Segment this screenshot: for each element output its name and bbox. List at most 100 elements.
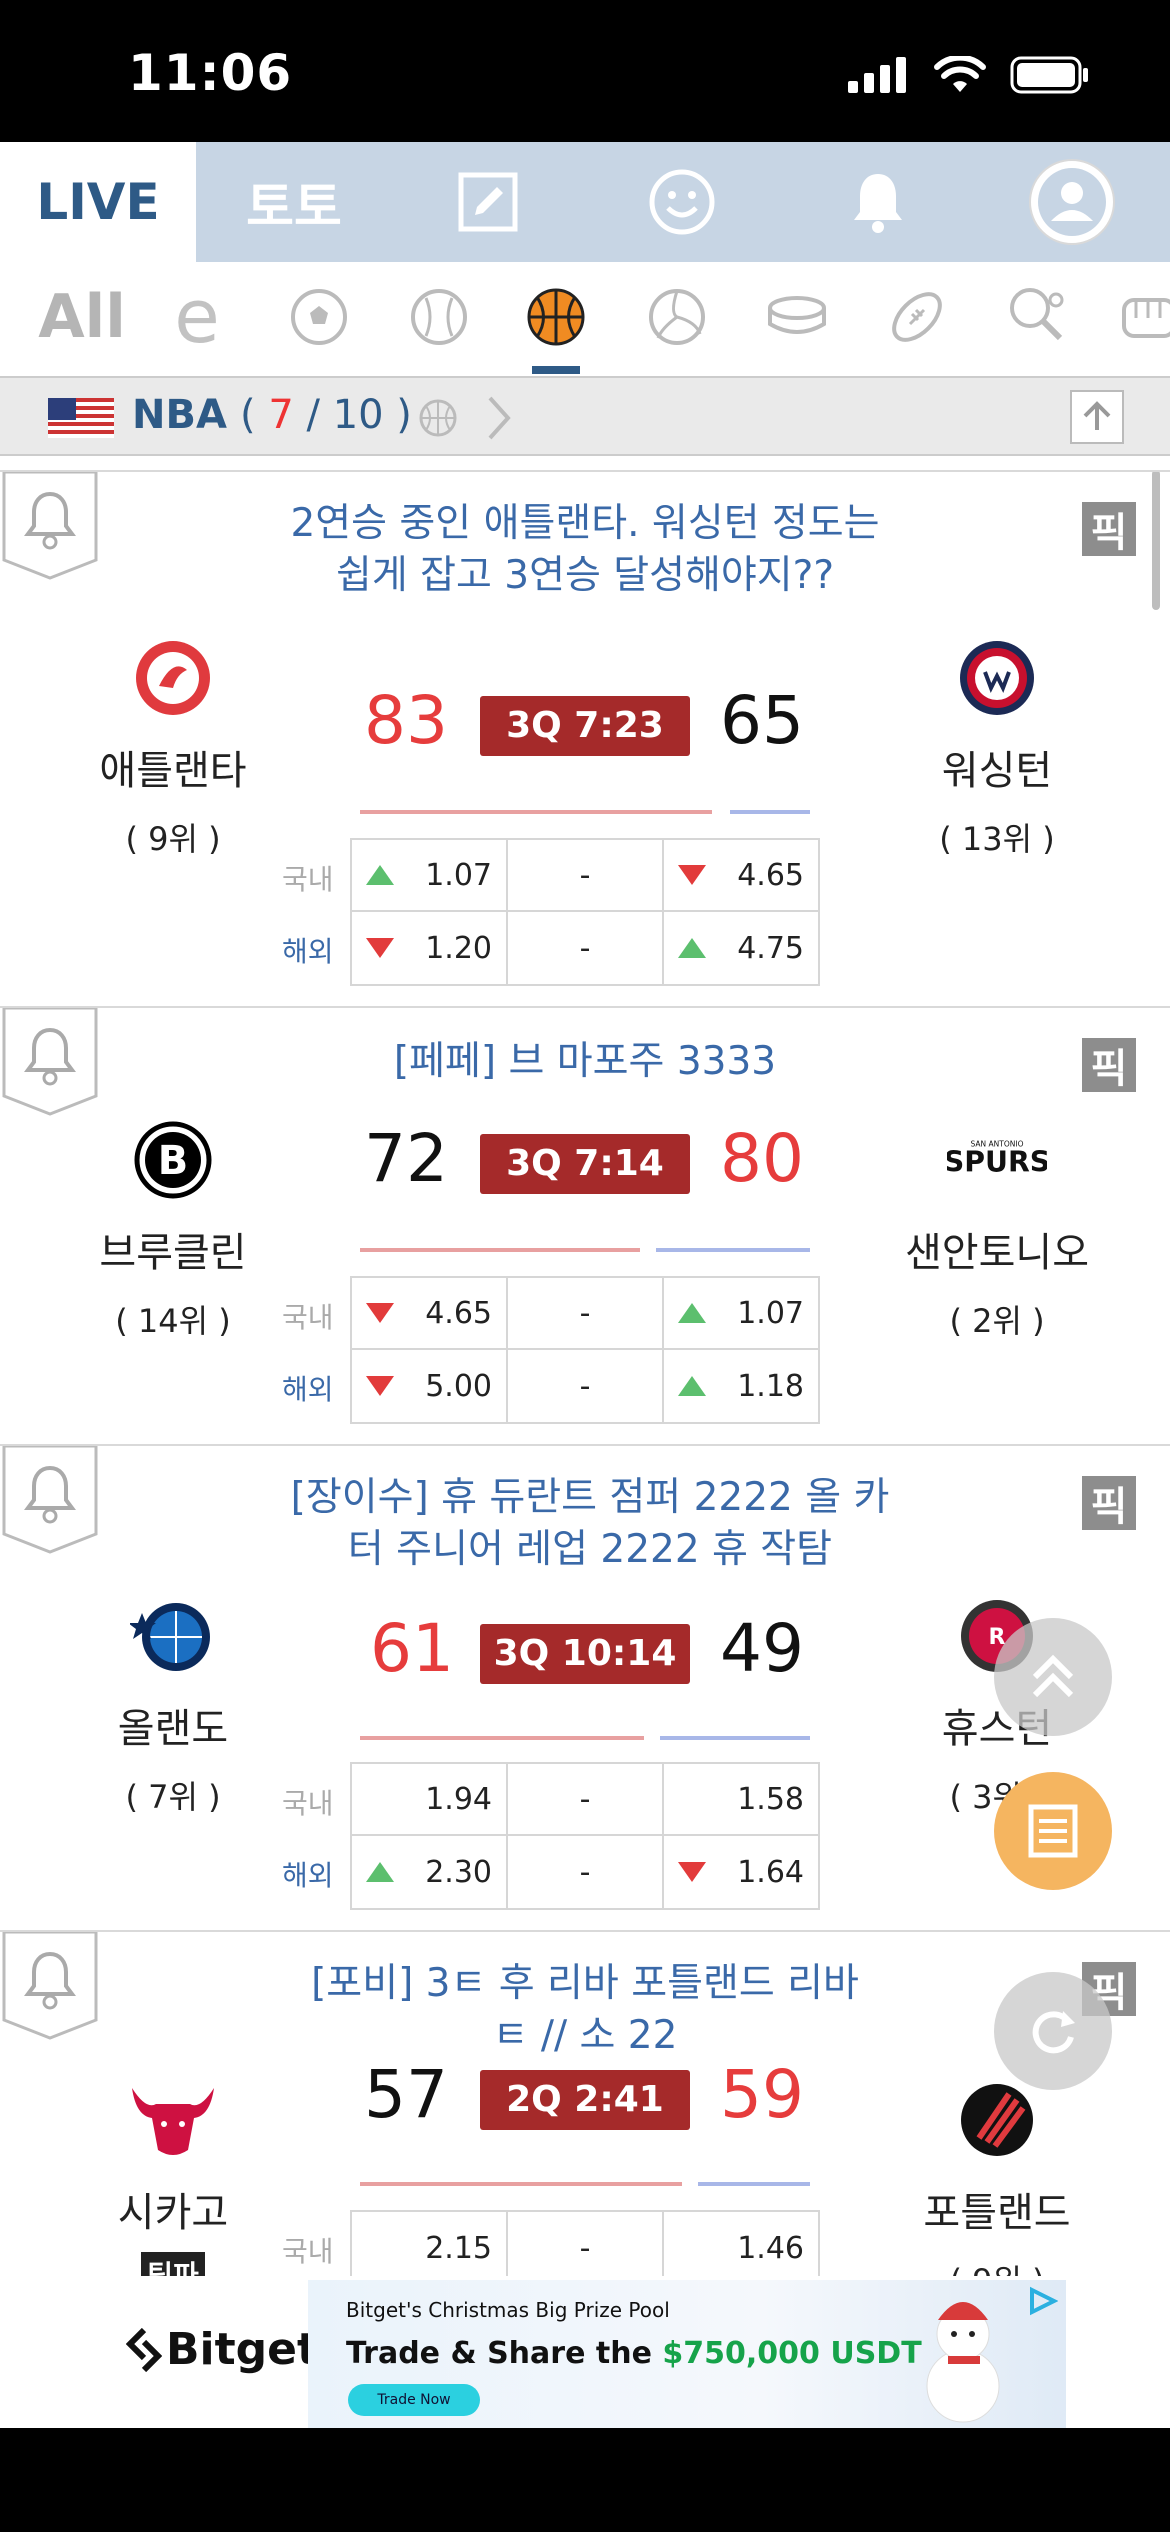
sport-filter-bar: All e [0, 262, 1170, 376]
ad-creative[interactable]: Bitget's Christmas Big Prize Pool Trade … [308, 2280, 1066, 2428]
ad-cta-button[interactable]: Trade Now [348, 2384, 480, 2416]
odds-away[interactable]: 4.75 [664, 912, 818, 984]
ad-banner[interactable]: Bitget Bitget's Christmas Big Prize Pool… [0, 2276, 1170, 2428]
home-team[interactable]: B 브루클린 ( 14위 ) [48, 1110, 298, 1342]
tab-live[interactable]: LIVE [0, 142, 196, 262]
game-comment[interactable]: [포비] 3ㅌ 후 리바 포틀랜드 리바 ㅌ // 소 22 [300, 1958, 870, 2062]
hockey-icon[interactable] [762, 282, 832, 352]
odds-up-icon [678, 1303, 706, 1323]
odds-label-domestic: 국내 [282, 1301, 334, 1334]
baseball-icon[interactable] [404, 282, 474, 352]
hawks-logo [123, 628, 223, 728]
game-card[interactable]: 픽 [페페] 브 마포주 3333 B 브루클린 ( 14위 ) SPURS SA… [0, 1006, 1170, 1444]
game-comment[interactable]: [페페] 브 마포주 3333 [270, 1036, 900, 1088]
odds-label-overseas: 해외 [282, 1373, 334, 1406]
odds-away[interactable]: 1.07 [664, 1278, 818, 1348]
bulls-logo [123, 2070, 223, 2170]
odds-row-domestic: 4.65 - 1.07 [352, 1278, 818, 1350]
volleyball-icon[interactable] [642, 282, 712, 352]
tip-badge: 팁파 [141, 2252, 205, 2276]
odds-row-overseas: 1.20 - 4.75 [352, 912, 818, 984]
pick-badge[interactable]: 픽 [1082, 1476, 1136, 1530]
away-score: 80 [720, 1120, 804, 1197]
odds-draw[interactable]: - [508, 1764, 664, 1834]
odds-draw[interactable]: - [508, 912, 664, 984]
scroll-up-fab[interactable] [994, 1618, 1112, 1736]
scroll-top-button[interactable] [1070, 390, 1124, 444]
odds-away[interactable]: 1.64 [664, 1836, 818, 1908]
odds-label-overseas: 해외 [282, 1859, 334, 1892]
odds-row-overseas: 2.30 - 1.64 [352, 1836, 818, 1908]
tennis-icon[interactable] [1002, 282, 1072, 352]
odds-draw[interactable]: - [508, 1350, 664, 1422]
bell-alert-icon[interactable] [2, 1446, 98, 1556]
refresh-fab[interactable] [994, 1972, 1112, 2090]
odds-draw[interactable]: - [508, 2212, 664, 2276]
away-team[interactable]: 워싱턴 ( 13위 ) [872, 628, 1122, 860]
game-comment[interactable]: [장이수] 휴 듀란트 점퍼 2222 올 카터 주니어 레업 2222 휴 작… [280, 1472, 900, 1576]
game-card[interactable]: 픽 2연승 중인 애틀랜타. 워싱턴 정도는 쉽게 잡고 3연승 달성해야지??… [0, 470, 1170, 1006]
home-team-rank: ( 14위 ) [115, 1302, 231, 1340]
odds-home[interactable]: 2.30 [352, 1836, 508, 1908]
sport-all[interactable]: All [38, 282, 126, 352]
menu-fab[interactable] [994, 1772, 1112, 1890]
odds-away[interactable]: 1.46 [664, 2212, 818, 2276]
soccer-icon[interactable] [284, 282, 354, 352]
home-team[interactable]: 애틀랜타 ( 9위 ) [48, 628, 298, 860]
adchoices-icon[interactable] [1028, 2286, 1058, 2316]
odds-up-icon [366, 865, 394, 885]
odds-draw[interactable]: - [508, 1836, 664, 1908]
pick-badge[interactable]: 픽 [1082, 502, 1136, 556]
odds-draw[interactable]: - [508, 840, 664, 910]
odds-home[interactable]: 1.07 [352, 840, 508, 910]
odds-away[interactable]: 1.18 [664, 1350, 818, 1422]
odds-draw[interactable]: - [508, 1278, 664, 1348]
away-team-rank: ( 9위 ) [872, 2256, 1122, 2276]
away-progress-arrow [656, 1248, 810, 1252]
football-icon[interactable] [882, 282, 952, 352]
snowman-icon [926, 2302, 1000, 2423]
sport-esports[interactable]: e [162, 274, 232, 360]
odds-home[interactable]: 1.20 [352, 912, 508, 984]
odds-label-domestic: 국내 [282, 1787, 334, 1820]
home-score: 72 [364, 1120, 448, 1197]
write-icon[interactable] [428, 142, 548, 262]
odds-home[interactable]: 2.15 [352, 2212, 508, 2276]
home-progress-arrow [360, 1248, 640, 1252]
home-team[interactable]: 시카고 팁파 [48, 2070, 298, 2276]
pick-badge[interactable]: 픽 [1082, 1038, 1136, 1092]
odds-away[interactable]: 4.65 [664, 840, 818, 910]
game-card[interactable]: 픽 [포비] 3ㅌ 후 리바 포틀랜드 리바 ㅌ // 소 22 시카고 팁파 … [0, 1930, 1170, 2276]
odds-home[interactable]: 1.94 [352, 1764, 508, 1834]
away-score: 59 [720, 2056, 804, 2133]
odds-row-domestic: 1.07 - 4.65 [352, 840, 818, 912]
bitget-logo-icon [126, 2328, 162, 2372]
odds-table: 1.07 - 4.65 1.20 - 4.75 [350, 838, 820, 986]
bell-icon[interactable] [818, 142, 938, 262]
odds-down-icon [366, 1303, 394, 1323]
smile-icon[interactable] [622, 142, 742, 262]
chevron-right-icon[interactable] [484, 394, 514, 442]
home-team[interactable]: 올랜도 ( 7위 ) [48, 1586, 298, 1818]
bell-alert-icon[interactable] [2, 472, 98, 582]
game-comment[interactable]: 2연승 중인 애틀랜타. 워싱턴 정도는 쉽게 잡고 3연승 달성해야지?? [270, 498, 900, 602]
fist-icon[interactable] [1112, 282, 1170, 352]
top-nav: LIVE 토토 [0, 142, 1170, 262]
odds-home[interactable]: 5.00 [352, 1350, 508, 1422]
odds-down-icon [366, 938, 394, 958]
away-team[interactable]: 포틀랜드 ( 9위 ) [872, 2070, 1122, 2276]
odds-label-overseas: 해외 [282, 935, 334, 968]
bell-alert-icon[interactable] [2, 1932, 98, 2042]
home-team-rank: ( 9위 ) [125, 820, 221, 858]
profile-icon[interactable] [1012, 142, 1132, 262]
home-team-name: 브루클린 [99, 1230, 247, 1276]
bell-alert-icon[interactable] [2, 1008, 98, 1118]
odds-up-icon [366, 1862, 394, 1882]
league-bar[interactable]: NBA ( 7 / 10 ) [0, 376, 1170, 456]
basketball-icon[interactable] [521, 282, 591, 352]
odds-away[interactable]: 1.58 [664, 1764, 818, 1834]
tab-toto[interactable]: 토토 [196, 142, 392, 262]
away-team[interactable]: SPURS SAN ANTONIO 샌안토니오 ( 2위 ) [872, 1110, 1122, 1342]
odds-home[interactable]: 4.65 [352, 1278, 508, 1348]
spurs-logo: SPURS SAN ANTONIO [947, 1110, 1047, 1210]
